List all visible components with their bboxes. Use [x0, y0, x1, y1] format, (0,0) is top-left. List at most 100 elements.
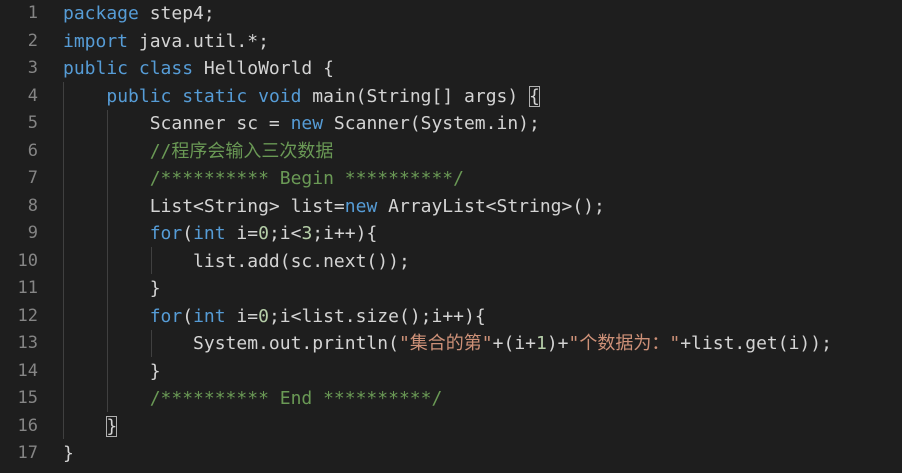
code-text: public class HelloWorld {: [63, 55, 334, 83]
line-number: 9: [27, 223, 38, 243]
line-number: 10: [17, 250, 38, 271]
code-text: /********** Begin **********/: [63, 165, 464, 193]
code-token: ArrayList<String>();: [377, 195, 605, 217]
code-text: }: [63, 275, 161, 303]
code-token: import: [63, 30, 129, 52]
code-token: 1: [536, 333, 547, 354]
code-token: i=: [225, 305, 259, 327]
code-token: ;i<: [268, 223, 302, 244]
code-line[interactable]: 10 list.add(sc.next());: [0, 248, 902, 276]
code-token: package: [63, 3, 139, 24]
line-number: 3: [27, 58, 38, 78]
code-line[interactable]: 5 Scanner sc = new Scanner(System.in);: [0, 110, 902, 138]
code-token: int: [193, 223, 226, 244]
code-text: /********** End **********/: [63, 385, 443, 413]
matching-bracket: }: [106, 415, 118, 437]
code-token: +list.get(i));: [680, 333, 832, 354]
line-number: 5: [27, 113, 38, 133]
code-token: for: [149, 223, 183, 244]
code-token: System.out.println(: [63, 333, 399, 354]
code-line[interactable]: 14 }: [0, 358, 902, 386]
code-line[interactable]: 7 /********** Begin **********/: [0, 165, 902, 193]
code-token: static: [182, 85, 248, 107]
code-line[interactable]: 11 }: [0, 275, 902, 303]
code-token: void: [258, 85, 302, 107]
code-token: int: [193, 305, 226, 327]
code-token: ;i<list.size();i++){: [268, 305, 486, 327]
code-editor[interactable]: 1 package step4; 2 import java.util.*; 3 publ…: [0, 0, 902, 473]
code-line[interactable]: 15 /********** End **********/: [0, 385, 902, 413]
code-line[interactable]: 1 package step4;: [0, 0, 902, 28]
code-text: for(int i=0;i<3;i++){: [63, 220, 378, 248]
line-number: 12: [17, 305, 38, 326]
code-text: list.add(sc.next());: [63, 248, 410, 276]
line-number: 6: [27, 140, 38, 161]
code-text: }: [63, 440, 74, 468]
code-token: ;i++){: [312, 223, 378, 244]
code-line[interactable]: 4 public static void main(String[] args)…: [0, 83, 902, 111]
code-token: 0: [258, 305, 269, 327]
code-token: }: [63, 278, 161, 299]
code-line[interactable]: 13 System.out.println("集合的第"+(i+1)+"个数据为…: [0, 330, 902, 358]
code-text: //程序会输入三次数据: [63, 138, 334, 166]
code-token: public: [63, 58, 129, 79]
code-text: System.out.println("集合的第"+(i+1)+"个数据为："+…: [63, 330, 832, 358]
code-line[interactable]: 2 import java.util.*;: [0, 28, 902, 56]
line-number: 7: [27, 168, 38, 188]
line-number: 1: [27, 3, 38, 23]
code-token: }: [63, 443, 74, 464]
code-token: Scanner sc =: [63, 113, 291, 134]
code-token: /********** End **********/: [63, 388, 443, 409]
code-token: HelloWorld {: [193, 58, 334, 79]
code-line[interactable]: 3 public class HelloWorld {: [0, 55, 902, 83]
code-text: }: [63, 413, 118, 441]
code-token: "集合的第": [398, 333, 493, 354]
code-token: "个数据为：": [568, 333, 681, 354]
code-token: i=: [225, 223, 259, 244]
line-number: 15: [17, 388, 38, 408]
code-token: for: [149, 305, 183, 327]
code-token: java.util.*;: [128, 30, 269, 52]
code-token: new: [344, 195, 378, 217]
line-number: 16: [17, 415, 38, 436]
code-text: public static void main(String[] args) {: [63, 83, 540, 111]
code-token: 0: [258, 223, 269, 244]
code-text: List<String> list=new ArrayList<String>(…: [63, 193, 605, 221]
code-line[interactable]: 9 for(int i=0;i<3;i++){: [0, 220, 902, 248]
code-line[interactable]: 8 List<String> list=new ArrayList<String…: [0, 193, 902, 221]
matching-bracket: {: [529, 85, 540, 107]
code-line[interactable]: 17}: [0, 440, 902, 468]
code-text: }: [63, 358, 161, 386]
code-token: List<String> list=: [63, 195, 345, 217]
code-token: /********** Begin **********/: [63, 168, 464, 189]
code-token: step4;: [138, 3, 215, 24]
code-token: +(i+: [492, 333, 536, 354]
code-token: list.add(sc.next());: [63, 250, 410, 272]
line-number: 17: [17, 443, 38, 463]
code-text: import java.util.*;: [63, 28, 269, 56]
code-token: (: [182, 305, 194, 327]
line-number: 8: [27, 195, 38, 216]
code-text: package step4;: [63, 0, 215, 28]
code-text: Scanner sc = new Scanner(System.in);: [63, 110, 540, 138]
code-token: 3: [301, 223, 313, 244]
code-line[interactable]: 12 for(int i=0;i<list.size();i++){: [0, 303, 902, 331]
code-token: class: [138, 58, 194, 79]
code-text: for(int i=0;i<list.size();i++){: [63, 303, 486, 331]
line-number: 11: [17, 278, 38, 298]
code-line[interactable]: 6 //程序会输入三次数据: [0, 138, 902, 166]
code-token: )+: [546, 333, 569, 354]
code-token: }: [63, 360, 161, 382]
code-line[interactable]: 16 }: [0, 413, 902, 441]
code-token: main(String[] args): [301, 85, 530, 107]
code-token: //程序会输入三次数据: [63, 140, 334, 162]
code-token: Scanner(System.in);: [323, 113, 540, 134]
line-number: 2: [27, 30, 38, 51]
